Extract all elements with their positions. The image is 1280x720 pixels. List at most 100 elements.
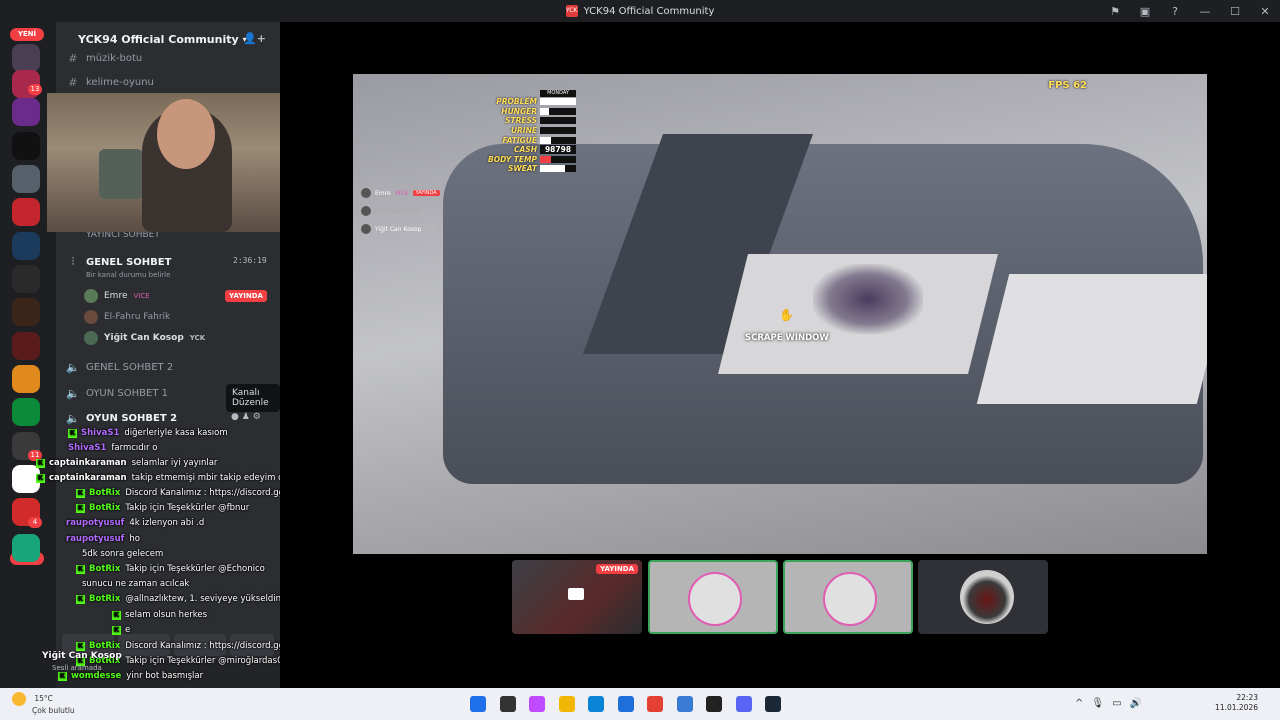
kick-icon: K — [76, 641, 85, 651]
chevron-up-icon[interactable]: ^ — [1075, 698, 1091, 709]
mic-icon[interactable]: 🎙 — [1091, 698, 1112, 709]
game-voice-member: Emre VICE YAYINDA — [361, 184, 440, 202]
channel-muzik-botu[interactable]: # müzik-botu — [66, 52, 142, 65]
inbox-icon[interactable]: ▣ — [1130, 5, 1160, 18]
person-head — [157, 99, 215, 169]
chat-bubble-icon[interactable]: ● — [231, 412, 239, 422]
member-name: El-Fahru Fahrik — [104, 312, 171, 322]
server-icon[interactable] — [12, 132, 40, 160]
game-stream-view[interactable]: FPS 62 MONDAY PROBLEM HUNGER STRESS URINE FA… — [353, 74, 1207, 554]
chat-text: 5dk sonra gelecem — [82, 549, 164, 559]
hud-stat-row: CASH 98798 — [481, 145, 576, 155]
notification-badge: 4 — [28, 517, 42, 528]
live-badge: YAYINDA — [412, 190, 440, 196]
weather-widget[interactable]: 15°C Çok bulutlu — [12, 692, 75, 716]
taskbar-app-icon[interactable] — [706, 696, 722, 712]
voice-member[interactable]: El-Fahru Fahrik — [84, 310, 170, 324]
channel-kelime-oyunu[interactable]: # kelime-oyunu — [66, 76, 154, 89]
chat-message: sunucu ne zaman acılcak — [82, 579, 189, 589]
speaker-icon: 🔈 — [66, 412, 80, 425]
gear-icon[interactable]: ⚙ — [253, 412, 261, 422]
voice-channel-genel-sohbet-2[interactable]: 🔈 GENEL SOHBET 2 — [66, 361, 173, 374]
chat-text: Takip için Teşekkürler @Echonico — [125, 564, 265, 574]
taskbar-app-icon[interactable] — [735, 696, 752, 712]
chat-message: Kwomdesse yinr bot basmışlar — [58, 671, 203, 681]
invite-icon[interactable]: ♟ — [242, 412, 250, 422]
taskbar-app-icon[interactable] — [676, 696, 693, 712]
hud-stat-row: PROBLEM — [481, 97, 576, 107]
server-icon[interactable] — [12, 534, 40, 562]
taskbar-app-icon[interactable] — [529, 696, 545, 712]
server-icon[interactable] — [12, 44, 40, 72]
maximize-button[interactable]: ☐ — [1220, 5, 1250, 18]
chat-username: ShivaS1 — [68, 443, 107, 453]
voice-member[interactable]: Emre VICE — [84, 289, 150, 303]
chat-text: sunucu ne zaman acılcak — [82, 579, 190, 589]
server-icon[interactable] — [12, 198, 40, 226]
member-name: Yiğit Can Kosop — [104, 333, 184, 343]
chat-message: raupotyusuf 4k izlenyon abi .d — [66, 518, 204, 528]
webcam-overlay — [47, 93, 295, 232]
avatar — [688, 572, 742, 626]
taskbar-app-icon[interactable] — [499, 696, 516, 712]
hud-stat-bar — [540, 117, 576, 125]
hud-stat-row: BODY TEMP — [481, 155, 576, 165]
hud-stat-bar — [540, 136, 576, 144]
date: 11.01.2026 — [1215, 703, 1258, 712]
hud-stat-label: HUNGER — [501, 106, 537, 116]
add-member-icon[interactable]: 👤+ — [243, 32, 266, 45]
kick-icon: K — [112, 625, 121, 635]
new-badge: YENİ — [10, 28, 44, 41]
help-icon[interactable]: ? — [1160, 5, 1190, 18]
live-badge: YAYINDA — [596, 564, 638, 574]
taskbar-app-icon[interactable] — [647, 696, 663, 712]
hud-stat-bar — [540, 107, 576, 115]
member-name: Yiğit Can Kosop — [375, 225, 422, 233]
chat-username: BotRix — [89, 564, 121, 574]
chat-text: Takip için Teşekkürler @fbnur — [125, 503, 250, 513]
taskbar-app-icon[interactable] — [558, 696, 575, 712]
minimize-button[interactable]: — — [1190, 5, 1220, 18]
voice-member[interactable]: Yiğit Can Kosop YCK — [84, 331, 205, 345]
server-icon[interactable] — [12, 265, 40, 293]
voice-channel-genel-sohbet[interactable]: ⫶ GENEL SOHBET — [66, 255, 172, 269]
server-icon[interactable] — [12, 332, 40, 360]
voice-timer: 2:36:19 — [233, 256, 267, 265]
server-icon[interactable] — [12, 98, 40, 126]
channel-status-input[interactable]: Bir kanal durumu belirle — [86, 271, 170, 279]
chat-message: K ShivaS1 diğerleriyle kasa kasıom — [68, 428, 228, 438]
hud-stat-fill — [540, 98, 576, 106]
avatar — [361, 188, 371, 198]
server-header[interactable]: YCK94 Official Community ▾ 👤+ — [56, 26, 280, 52]
server-icon[interactable] — [12, 398, 40, 426]
taskbar-app-icon[interactable] — [588, 696, 604, 712]
server-icon[interactable] — [12, 232, 40, 260]
server-icon[interactable] — [12, 165, 40, 193]
speaker-icon: 🔈 — [66, 387, 80, 400]
chat-text: selamlar iyi yayınlar — [131, 458, 218, 468]
thumbnail-participant[interactable] — [918, 560, 1048, 634]
taskbar-app-icon[interactable] — [617, 696, 634, 712]
hud-stat-label: PROBLEM — [496, 97, 537, 107]
network-icon[interactable]: ▭ — [1112, 698, 1129, 709]
thumbnail-stream[interactable]: YAYINDA — [512, 560, 642, 634]
avatar — [960, 570, 1014, 624]
clock[interactable]: 22:23 11.01.2026 — [1215, 693, 1258, 713]
close-button[interactable]: ✕ — [1250, 5, 1280, 18]
volume-icon[interactable]: 🔊 — [1130, 698, 1150, 709]
server-icon[interactable] — [12, 365, 40, 393]
inbox-flag-icon[interactable]: ⚑ — [1100, 5, 1130, 18]
thumbnail-participant[interactable] — [783, 560, 913, 634]
game-voice-overlay: Emre VICE YAYINDA El-Fahru Fahrik Yiğit … — [361, 184, 440, 238]
fps-counter: FPS 62 — [1048, 80, 1087, 91]
thumbnail-participant[interactable] — [648, 560, 778, 634]
taskbar-app-icon[interactable] — [470, 696, 486, 712]
taskbar-app-icon[interactable] — [765, 696, 781, 712]
avatar — [361, 206, 371, 216]
server-icon[interactable] — [12, 298, 40, 326]
chat-username: raupotyusuf — [66, 534, 125, 544]
voice-channel-oyun-sohbet-1[interactable]: 🔈 OYUN SOHBET 1 — [66, 387, 168, 400]
voice-channel-oyun-sohbet-2[interactable]: 🔈 OYUN SOHBET 2 — [66, 412, 177, 425]
chat-username: BotRix — [89, 594, 121, 604]
kick-icon: K — [112, 610, 121, 620]
